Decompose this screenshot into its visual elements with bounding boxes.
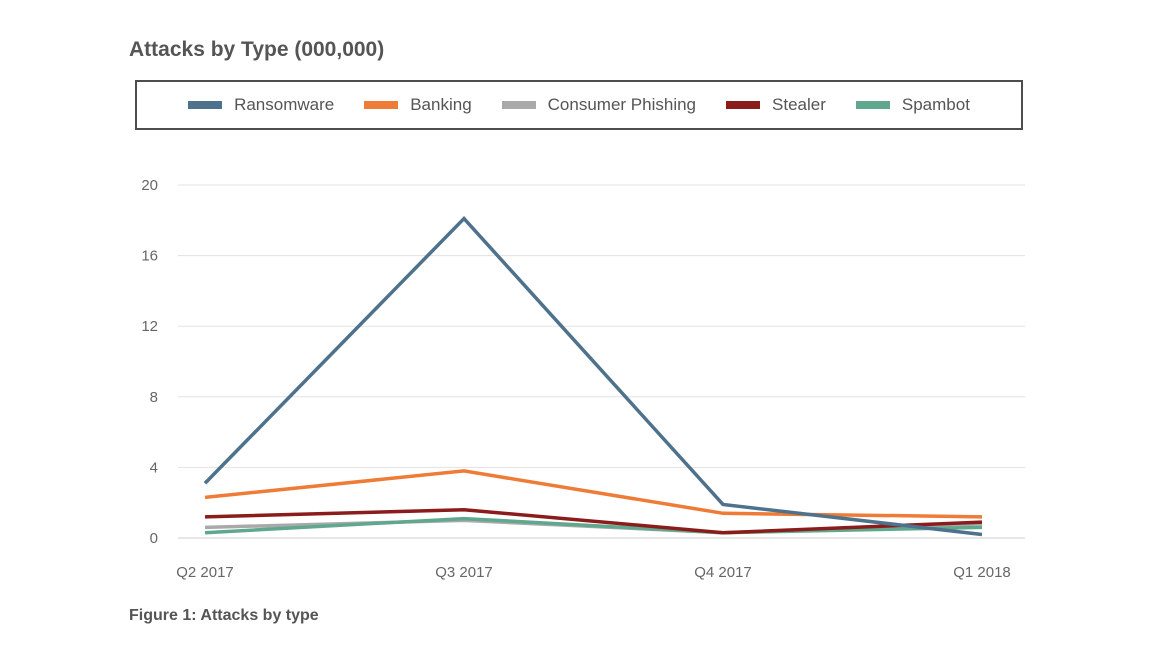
series-lines <box>203 215 983 537</box>
series-line-banking <box>204 469 983 519</box>
x-tick-label: Q4 2017 <box>694 564 752 581</box>
y-tick-label: 12 <box>141 318 158 335</box>
figure-caption: Figure 1: Attacks by type <box>129 607 319 624</box>
y-axis-ticks: 0 4 8 12 16 20 <box>141 177 158 547</box>
y-tick-label: 20 <box>141 177 158 194</box>
y-tick-label: 4 <box>150 459 158 476</box>
x-tick-label: Q2 2017 <box>176 564 234 581</box>
x-tick-label: Q3 2017 <box>435 564 493 581</box>
y-tick-label: 16 <box>141 248 158 265</box>
y-tick-label: 0 <box>150 530 158 547</box>
gridlines <box>178 184 1025 539</box>
x-axis-ticks: Q2 2017 Q3 2017 Q4 2017 Q1 2018 <box>176 564 1011 581</box>
x-tick-label: Q1 2018 <box>953 564 1011 581</box>
line-chart: 0 4 8 12 16 20 Q2 2017 Q3 2017 Q4 2017 Q1 2018 <box>141 177 1025 581</box>
y-tick-label: 8 <box>150 389 158 406</box>
